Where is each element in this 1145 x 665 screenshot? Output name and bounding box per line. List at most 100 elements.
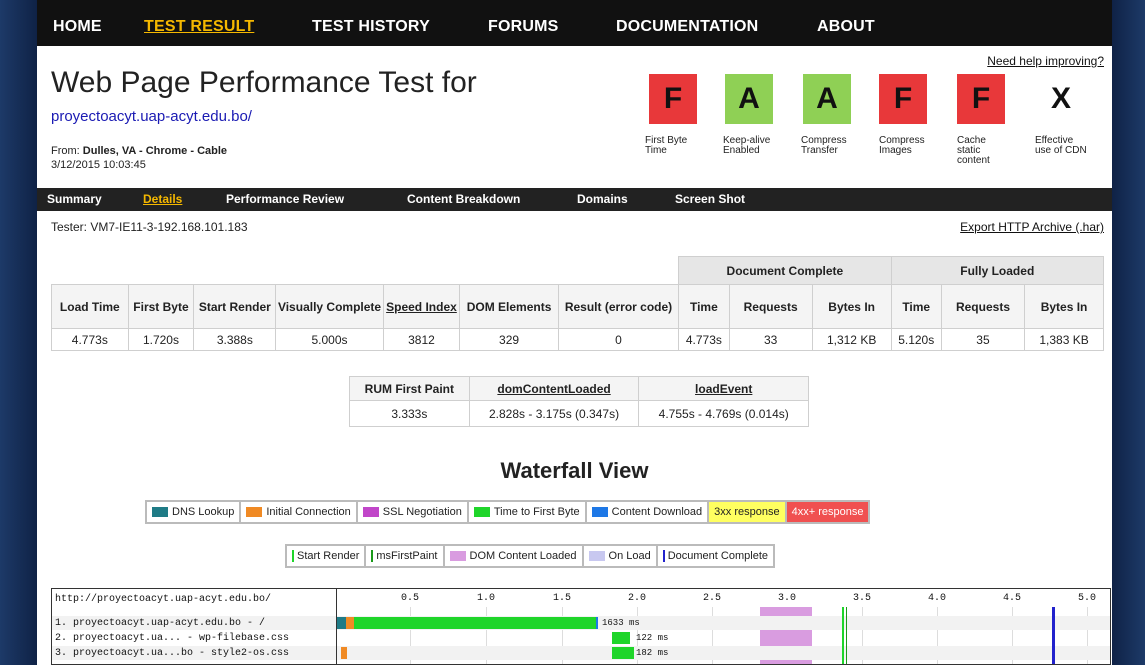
load-event-value: 4.755s - 4.769s (0.014s) bbox=[638, 400, 809, 427]
legend-start-render-label: Start Render bbox=[297, 550, 360, 562]
legend-dns-swatch bbox=[152, 507, 168, 517]
nav-forums[interactable]: FORUMS bbox=[488, 18, 559, 36]
window-left-border bbox=[0, 0, 37, 665]
tick-label: 5.0 bbox=[1078, 593, 1097, 604]
legend-ssl-swatch bbox=[362, 507, 379, 517]
val-full-time: 5.120s bbox=[890, 328, 942, 351]
legend-download: Content Download bbox=[585, 501, 709, 523]
results-spacer bbox=[52, 257, 679, 285]
nav-test-history[interactable]: TEST HISTORY bbox=[312, 18, 430, 36]
val-load-time: 4.773s bbox=[51, 328, 129, 351]
legend-doc-complete: Document Complete bbox=[656, 545, 774, 567]
grade-compress-transfer[interactable]: A bbox=[803, 74, 851, 124]
grade-label-cdn: Effective use of CDN bbox=[1035, 135, 1087, 156]
grade-compress-images[interactable]: F bbox=[879, 74, 927, 124]
tab-screen-shot[interactable]: Screen Shot bbox=[675, 192, 745, 206]
export-har-link[interactable]: Export HTTP Archive (.har) bbox=[960, 220, 1104, 234]
top-navigation: HOME TEST RESULT TEST HISTORY FORUMS DOC… bbox=[37, 0, 1112, 46]
col-full-bytes: Bytes In bbox=[1024, 284, 1104, 329]
speed-index-link[interactable]: Speed Index bbox=[386, 300, 457, 314]
col-result: Result (error code) bbox=[557, 284, 680, 329]
legend-download-swatch bbox=[591, 507, 608, 517]
col-speed-index[interactable]: Speed Index bbox=[382, 284, 461, 329]
val-visually-complete: 5.000s bbox=[275, 328, 384, 351]
request-duration: 122 ms bbox=[636, 633, 669, 643]
rum-table: RUM First Paint domContentLoaded loadEve… bbox=[349, 376, 809, 427]
legend-dns: DNS Lookup bbox=[146, 501, 241, 523]
table-row: 4.773s 1.720s 3.388s 5.000s 3812 329 0 4… bbox=[51, 328, 1104, 351]
nav-test-result[interactable]: TEST RESULT bbox=[144, 18, 254, 36]
legend-connection-label: Initial Connection bbox=[266, 506, 351, 518]
col-doc-bytes: Bytes In bbox=[811, 284, 892, 329]
connection-segment bbox=[341, 647, 347, 659]
waterfall-row[interactable]: 2. proyectoacyt.ua... - wp-filebase.css … bbox=[52, 631, 1110, 645]
page-title: Web Page Performance Test for bbox=[51, 66, 477, 99]
col-full-requests: Requests bbox=[940, 284, 1026, 329]
legend-ssl-label: SSL Negotiation bbox=[382, 506, 462, 518]
tick-label: 0.5 bbox=[401, 593, 420, 604]
grade-cache-static[interactable]: F bbox=[957, 74, 1005, 124]
results-table: Document Complete Fully Loaded Load Time… bbox=[51, 256, 1105, 351]
rum-first-paint-value: 3.333s bbox=[349, 400, 470, 427]
tab-content-breakdown[interactable]: Content Breakdown bbox=[407, 192, 520, 206]
table-row: 3.333s 2.828s - 3.175s (0.347s) 4.755s -… bbox=[349, 400, 809, 427]
dom-content-loaded-header[interactable]: domContentLoaded bbox=[468, 376, 640, 401]
val-first-byte: 1.720s bbox=[127, 328, 195, 351]
legend-dcl-label: DOM Content Loaded bbox=[469, 550, 577, 562]
grade-cdn[interactable]: X bbox=[1037, 74, 1085, 124]
col-full-time: Time bbox=[890, 284, 942, 329]
load-event-header[interactable]: loadEvent bbox=[638, 376, 809, 401]
grade-label-keep-alive: Keep-alive Enabled bbox=[723, 135, 771, 156]
grade-label-compress-images: Compress Images bbox=[879, 135, 925, 156]
legend-ssl: SSL Negotiation bbox=[356, 501, 468, 523]
nav-about[interactable]: ABOUT bbox=[817, 18, 875, 36]
nav-documentation[interactable]: DOCUMENTATION bbox=[616, 18, 758, 36]
grade-label-compress-transfer: Compress Transfer bbox=[801, 135, 847, 156]
tick-label: 2.5 bbox=[703, 593, 722, 604]
request-label: 2. proyectoacyt.ua... - wp-filebase.css bbox=[55, 633, 290, 644]
start-render-line bbox=[842, 607, 844, 664]
grade-first-byte[interactable]: F bbox=[649, 74, 697, 124]
download-segment bbox=[596, 617, 598, 629]
legend-dns-label: DNS Lookup bbox=[172, 506, 235, 518]
waterfall-row[interactable]: 3. proyectoacyt.ua...bo - style2-os.css … bbox=[52, 646, 1110, 660]
waterfall-row[interactable]: 1. proyectoacyt.uap-acyt.edu.bo - / 1633… bbox=[52, 616, 1110, 630]
test-date: 3/12/2015 10:03:45 bbox=[51, 159, 146, 171]
nav-home[interactable]: HOME bbox=[53, 18, 102, 36]
legend-ms-first-paint: msFirstPaint bbox=[365, 545, 444, 567]
tab-details[interactable]: Details bbox=[143, 192, 182, 206]
col-dom-elements: DOM Elements bbox=[459, 284, 559, 329]
tick-label: 4.5 bbox=[1003, 593, 1022, 604]
val-doc-requests: 33 bbox=[728, 328, 813, 351]
ttfb-segment bbox=[612, 632, 630, 644]
legend-connection: Initial Connection bbox=[240, 501, 357, 523]
load-event-link[interactable]: loadEvent bbox=[695, 382, 752, 396]
legend-connection-swatch bbox=[246, 507, 263, 517]
tick-label: 4.0 bbox=[928, 593, 947, 604]
dom-content-loaded-link[interactable]: domContentLoaded bbox=[497, 382, 610, 396]
fully-loaded-header: Fully Loaded bbox=[890, 256, 1105, 285]
from-label: From: bbox=[51, 145, 83, 157]
grade-label-cache-static: Cache static content bbox=[957, 135, 990, 166]
grade-keep-alive[interactable]: A bbox=[725, 74, 773, 124]
ttfb-segment bbox=[354, 617, 596, 629]
legend-doc-complete-marker bbox=[662, 550, 665, 562]
need-help-link[interactable]: Need help improving? bbox=[987, 54, 1104, 68]
waterfall-divider bbox=[336, 589, 337, 664]
col-visually-complete: Visually Complete bbox=[275, 284, 384, 329]
legend-start-render-marker bbox=[292, 550, 294, 562]
rum-first-paint-header: RUM First Paint bbox=[349, 376, 470, 401]
val-dom-elements: 329 bbox=[459, 328, 559, 351]
val-speed-index: 3812 bbox=[382, 328, 461, 351]
tab-summary[interactable]: Summary bbox=[47, 192, 102, 206]
tick-label: 1.5 bbox=[553, 593, 572, 604]
waterfall-legend: DNS Lookup Initial Connection SSL Negoti… bbox=[145, 500, 871, 524]
tick-label: 3.5 bbox=[853, 593, 872, 604]
tab-domains[interactable]: Domains bbox=[577, 192, 628, 206]
waterfall-chart: http://proyectoacyt.uap-acyt.edu.bo/ 0.5… bbox=[51, 588, 1111, 665]
val-doc-time: 4.773s bbox=[678, 328, 730, 351]
grade-label-first-byte: First Byte Time bbox=[645, 135, 688, 156]
tested-url-link[interactable]: proyectoacyt.uap-acyt.edu.bo/ bbox=[51, 108, 252, 125]
test-location: From: Dulles, VA - Chrome - Cable bbox=[51, 145, 227, 157]
tab-performance-review[interactable]: Performance Review bbox=[226, 192, 344, 206]
